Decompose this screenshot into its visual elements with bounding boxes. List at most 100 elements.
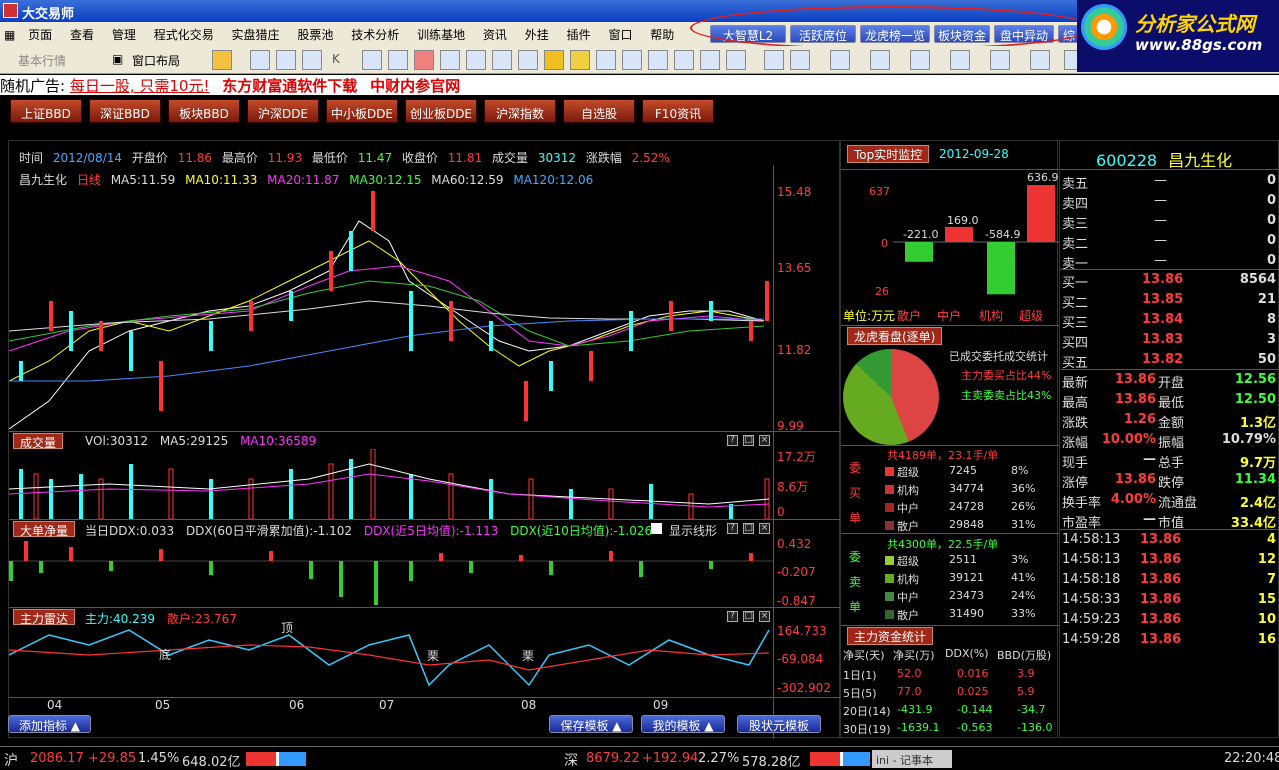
chart-panel[interactable]: 时间 2012/08/14 开盘价 11.86 最高价 11.93 最低价 11… xyxy=(8,140,841,739)
menu-info[interactable]: 资讯 xyxy=(476,22,514,43)
help-icon[interactable]: ? xyxy=(727,611,738,622)
low-value: 11.47 xyxy=(357,151,393,165)
column-icon[interactable] xyxy=(648,50,668,70)
sh-pct: 1.45% xyxy=(138,751,180,766)
menu-view[interactable]: 查看 xyxy=(63,22,101,43)
radar-axis-3: -302.902 xyxy=(777,681,831,695)
ad-link-official[interactable]: 中财内参官网 xyxy=(370,77,460,95)
menu-window[interactable]: 窗口 xyxy=(601,22,639,43)
split-icon[interactable] xyxy=(674,50,694,70)
menu-pool[interactable]: 股票池 xyxy=(290,22,340,43)
fib-icon[interactable] xyxy=(870,50,890,70)
help-icon[interactable]: ? xyxy=(727,435,738,446)
rect-icon[interactable] xyxy=(1030,50,1050,70)
sheet-icon[interactable] xyxy=(622,50,642,70)
grid-icon[interactable] xyxy=(250,50,270,70)
maximize-icon[interactable]: □ xyxy=(743,435,754,446)
add-indicator-button[interactable]: 添加指标 ▲ xyxy=(8,715,91,733)
ma20-line xyxy=(9,265,765,352)
basic-quote-button[interactable]: 基本行情 xyxy=(18,52,66,69)
window-icon[interactable] xyxy=(596,50,616,70)
sh-strength-bar xyxy=(246,752,306,766)
bid-label: 买三 xyxy=(1062,316,1089,331)
layers-icon[interactable] xyxy=(440,50,460,70)
divider xyxy=(1060,169,1279,170)
close-icon[interactable]: × xyxy=(759,523,770,534)
warning-icon[interactable] xyxy=(544,50,564,70)
ad-link-download[interactable]: 东方财富通软件下载 xyxy=(222,77,357,95)
my-template-button[interactable]: 我的模板 ▲ xyxy=(641,715,725,733)
ray-icon[interactable] xyxy=(830,50,850,70)
tab-watchlist[interactable]: 自选股 xyxy=(563,99,635,123)
close-icon[interactable]: × xyxy=(759,611,770,622)
maximize-icon[interactable]: □ xyxy=(743,611,754,622)
ddx-axis-1: 0.432 xyxy=(777,537,812,551)
fund-net: -431.9 xyxy=(897,703,933,716)
radar-mark-bottom: 底 xyxy=(159,648,172,662)
stat-row: 市盈率 — 市值 33.4亿 xyxy=(1060,510,1279,531)
tab-sh-bbd[interactable]: 上证BBD xyxy=(10,99,82,123)
ask-label: 卖二 xyxy=(1062,237,1089,252)
fund-row: 5日(5) 77.0 0.025 5.9 xyxy=(841,685,1059,703)
menu-plugin[interactable]: 插件 xyxy=(560,22,598,43)
tab-gem-dde[interactable]: 创业板DDE xyxy=(405,99,477,123)
stock-template-button[interactable]: 股状元模板 xyxy=(737,715,821,733)
tab-hs-dde[interactable]: 沪深DDE xyxy=(247,99,319,123)
doc-icon[interactable] xyxy=(466,50,486,70)
menu-training[interactable]: 训练基地 xyxy=(410,22,472,43)
menu-manage[interactable]: 管理 xyxy=(105,22,143,43)
menu-tech[interactable]: 技术分析 xyxy=(344,22,406,43)
tab-sz-bbd[interactable]: 深证BBD xyxy=(89,99,161,123)
close-icon[interactable]: × xyxy=(759,435,770,446)
buy-header: 共4189单，23.1手/单 xyxy=(887,449,999,462)
tab-sme-dde[interactable]: 中小板DDE xyxy=(326,99,398,123)
window-layout-icon[interactable]: ▣ xyxy=(112,52,123,66)
zoom-icon[interactable] xyxy=(388,50,408,70)
volume-title[interactable]: 成交量 xyxy=(13,433,64,450)
pen-icon[interactable] xyxy=(990,50,1010,70)
maximize-icon[interactable]: □ xyxy=(743,523,754,534)
ddx-title[interactable]: 大单净量 xyxy=(13,521,76,538)
kline-chart[interactable] xyxy=(9,181,773,433)
window-layout-button[interactable]: 窗口布局 xyxy=(132,52,180,69)
stat-label: 最低 xyxy=(1158,396,1185,411)
ad-text[interactable]: 每日一股, 只需10元! xyxy=(70,77,210,95)
monitor-bar-retail xyxy=(905,242,933,262)
bid-price: 13.84 xyxy=(1142,312,1184,327)
menu-program-trade[interactable]: 程式化交易 xyxy=(147,22,221,43)
monitor-panel: Top实时监控 2012-09-28 637 0 26 -221.0 169.0… xyxy=(840,140,1059,738)
table-icon[interactable] xyxy=(518,50,538,70)
channel-icon[interactable] xyxy=(910,50,930,70)
highlight-ellipse xyxy=(690,6,1095,50)
move-icon[interactable] xyxy=(276,50,296,70)
panel-icon[interactable] xyxy=(726,50,746,70)
tile-icon[interactable] xyxy=(700,50,720,70)
menu-help[interactable]: 帮助 xyxy=(643,22,681,43)
chart-icon[interactable] xyxy=(362,50,382,70)
menu-hunt[interactable]: 实盘猎庄 xyxy=(225,22,287,43)
tab-sector-bbd[interactable]: 板块BBD xyxy=(168,99,240,123)
gear-icon[interactable] xyxy=(570,50,590,70)
save-template-button[interactable]: 保存模板 ▲ xyxy=(549,715,633,733)
show-line-checkbox[interactable] xyxy=(651,523,662,534)
open-folder-icon[interactable] xyxy=(212,50,232,70)
stat-value: 13.86 xyxy=(1114,372,1156,387)
list-icon[interactable] xyxy=(302,50,322,70)
menu-page[interactable]: 页面 xyxy=(21,22,59,43)
report-icon[interactable] xyxy=(414,50,434,70)
draw-icon[interactable] xyxy=(764,50,784,70)
arrow-icon[interactable] xyxy=(950,50,970,70)
tab-f10[interactable]: F10资讯 xyxy=(642,99,714,123)
kline-button[interactable]: K xyxy=(332,52,340,66)
help-icon[interactable]: ? xyxy=(727,523,738,534)
menu-plugin-ext[interactable]: 外挂 xyxy=(518,22,556,43)
pie-title[interactable]: 龙虎看盘(逐单) xyxy=(847,327,943,345)
menu-icon[interactable]: ▦ xyxy=(0,24,17,42)
sell-row-pct: 24% xyxy=(1011,589,1036,602)
line-icon[interactable] xyxy=(790,50,810,70)
tab-hs-index[interactable]: 沪深指数 xyxy=(484,99,556,123)
fund-title[interactable]: 主力资金统计 xyxy=(847,627,934,645)
taskbar-notepad[interactable]: ini - 记事本 xyxy=(872,750,952,768)
calc-icon[interactable] xyxy=(492,50,512,70)
radar-title[interactable]: 主力雷达 xyxy=(13,609,76,626)
